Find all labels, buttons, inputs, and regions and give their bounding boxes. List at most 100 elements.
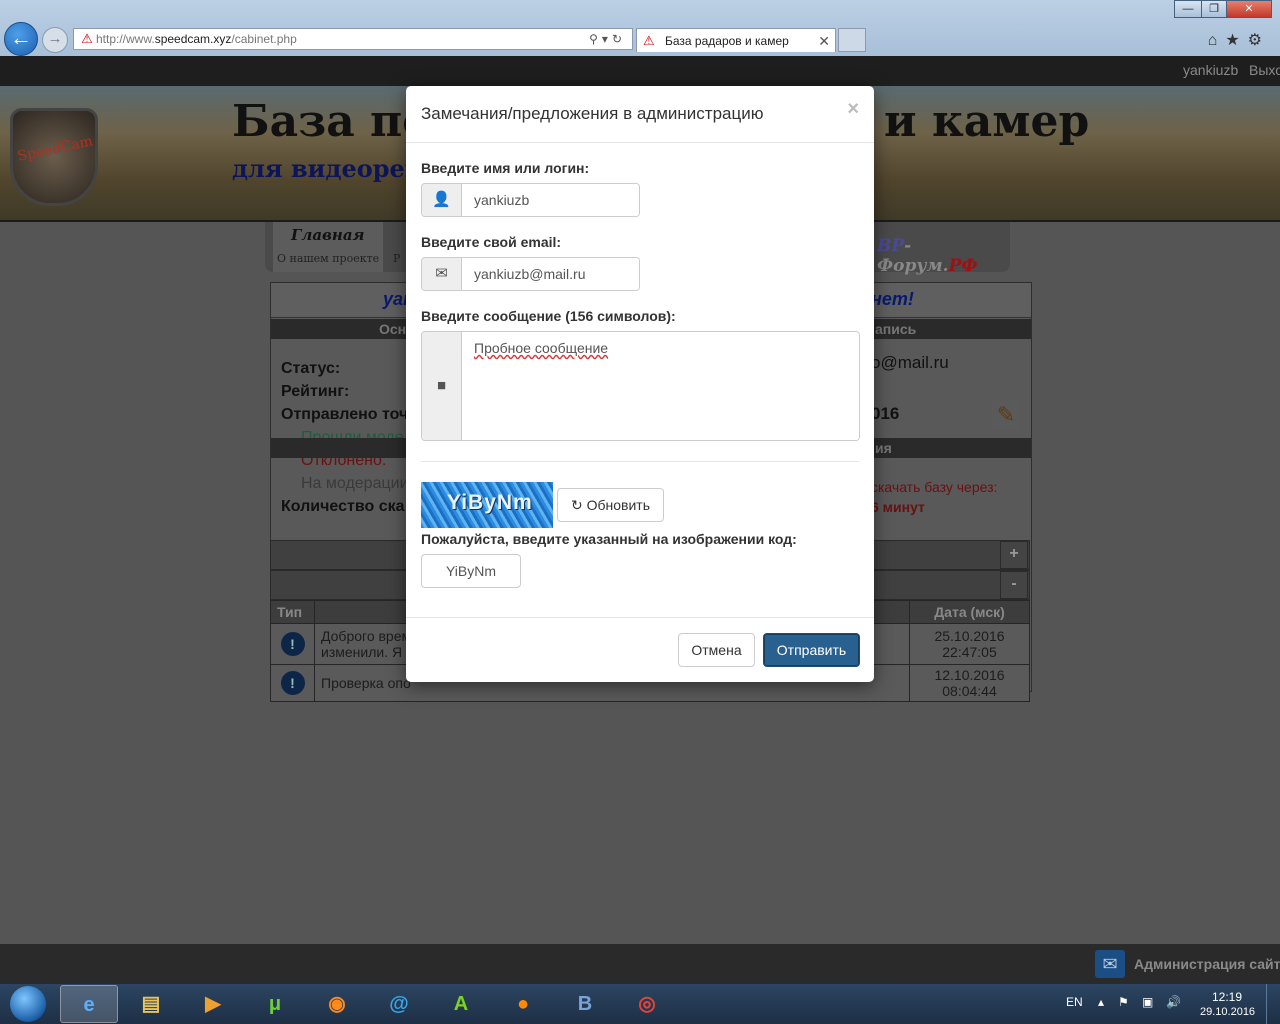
site-footer: ✉ Администрация сайт: [0, 944, 1280, 986]
odnoklassniki-icon[interactable]: ●: [494, 985, 552, 1023]
admin-contact-link[interactable]: Администрация сайт: [1134, 956, 1280, 972]
window-maximize-button[interactable]: ❐: [1201, 0, 1227, 18]
window-close-button[interactable]: ✕: [1226, 0, 1272, 18]
name-input[interactable]: [462, 184, 639, 216]
captcha-code-input[interactable]: [421, 554, 521, 588]
refresh-captcha-label: Обновить: [586, 497, 650, 513]
downloads-label: Количество ска: [281, 498, 405, 515]
email-label: Введите свой email:: [421, 234, 562, 250]
star-icon[interactable]: ★: [1225, 32, 1247, 49]
utorrent-icon[interactable]: μ: [246, 985, 304, 1023]
submit-button[interactable]: Отправить: [763, 633, 860, 667]
vkontakte-icon[interactable]: B: [556, 985, 614, 1023]
dropdown-icon[interactable]: ▾: [602, 32, 612, 46]
new-tab-button[interactable]: [838, 28, 866, 52]
aptoide-icon[interactable]: A: [432, 985, 490, 1023]
refresh-captcha-button[interactable]: ↻ Обновить: [557, 488, 664, 522]
warning-icon: ⚠: [81, 31, 93, 46]
network-icon[interactable]: ▣: [1142, 995, 1153, 1009]
download-note: скачать базу через:: [871, 479, 998, 495]
envelope-icon[interactable]: ✉: [1095, 950, 1125, 978]
media-player-icon[interactable]: ▶: [184, 985, 242, 1023]
exclamation-icon: !: [280, 671, 305, 695]
menu-item-sublabel: О нашем проекте: [277, 252, 380, 265]
site-subtitle: для видеорег: [232, 154, 420, 183]
address-bar[interactable]: ⚠ http://www.speedcam.xyz/cabinet.php ⚲▾…: [73, 28, 633, 50]
action-center-flag-icon[interactable]: ⚑: [1118, 995, 1129, 1009]
collapse-button[interactable]: -: [1000, 571, 1028, 599]
message-input-group: ■ Пробное сообщение: [421, 331, 860, 441]
greeting-tail: нет!: [871, 289, 914, 309]
window-minimize-button[interactable]: —: [1174, 0, 1202, 18]
forum-link[interactable]: ВР- Форум.РФ: [877, 236, 1010, 276]
volume-icon[interactable]: 🔊: [1166, 995, 1181, 1009]
date-value: 016: [871, 404, 900, 423]
feedback-modal: Замечания/предложения в администрацию × …: [406, 86, 874, 682]
moderation-label: На модерации: [301, 475, 409, 492]
clock-time[interactable]: 12:19: [1212, 990, 1242, 1004]
speedcam-logo[interactable]: SpeedCam: [10, 108, 98, 206]
forum-link-a: ВР: [877, 236, 905, 256]
status-label: Статус:: [281, 360, 341, 377]
date-cell: 12.10.2016 08:04:44: [909, 664, 1030, 702]
message-label: Введите сообщение (156 символов):: [421, 308, 676, 324]
logo-text: SpeedCam: [16, 133, 95, 165]
date-cell: 25.10.2016 22:47:05: [909, 623, 1030, 665]
message-textarea[interactable]: Пробное сообщение: [462, 332, 859, 440]
forward-button[interactable]: →: [42, 27, 68, 53]
type-cell: !: [270, 664, 315, 702]
expand-button[interactable]: +: [1000, 541, 1028, 569]
modal-footer-divider: [406, 617, 874, 618]
warning-icon: ⚠: [643, 33, 655, 48]
start-button[interactable]: [2, 984, 54, 1024]
logout-link[interactable]: Выход: [1249, 62, 1280, 78]
browser-tab[interactable]: ⚠ База радаров и камер ✕: [636, 28, 836, 52]
arrow-right-icon: →: [47, 30, 63, 47]
tab-title: База радаров и камер: [665, 34, 789, 48]
menu-item-next[interactable]: Р: [393, 252, 400, 265]
gear-icon[interactable]: ⚙: [1248, 32, 1270, 49]
show-desktop-button[interactable]: [1266, 984, 1280, 1024]
cancel-button[interactable]: Отмена: [678, 633, 755, 667]
chrome-icon[interactable]: ◎: [618, 985, 676, 1023]
tray-expand-icon[interactable]: ▴: [1098, 995, 1104, 1009]
site-title-left: База по: [232, 96, 432, 147]
band-right-label-2: ия: [875, 440, 892, 456]
edit-pencil-icon[interactable]: ✎: [992, 401, 1020, 429]
arrow-left-icon: ←: [10, 25, 32, 50]
browser-chrome: ← → ⚠ http://www.speedcam.xyz/cabinet.ph…: [0, 0, 1280, 56]
user-link[interactable]: yankiuzb: [1183, 62, 1238, 78]
rating-label: Рейтинг:: [281, 383, 350, 400]
windows-taskbar: e ▤ ▶ μ ◉ @ A ● B ◎ EN ▴ ⚑ ▣ 🔊 12:19 29.…: [0, 984, 1280, 1024]
back-button[interactable]: ←: [4, 22, 38, 56]
captcha-code-label: Пожалуйста, введите указанный на изображ…: [421, 531, 797, 547]
menu-item-label: Главная: [291, 226, 365, 244]
col-date: Дата (мск): [909, 600, 1030, 624]
modal-close-button[interactable]: ×: [847, 98, 859, 121]
band-right-label: апись: [875, 321, 917, 337]
modal-header: Замечания/предложения в администрацию ×: [406, 86, 874, 143]
email-input[interactable]: [462, 258, 639, 290]
refresh-icon[interactable]: ↻: [612, 32, 626, 46]
tab-close-button[interactable]: ✕: [818, 29, 830, 53]
address-tools[interactable]: ⚲▾↻: [589, 29, 626, 49]
mail-agent-icon[interactable]: @: [370, 985, 428, 1023]
windows-logo-icon: [10, 986, 46, 1022]
forum-link-c: РФ: [948, 256, 978, 276]
clock-date[interactable]: 29.10.2016: [1200, 1006, 1255, 1018]
search-icon[interactable]: ⚲: [589, 32, 602, 46]
firefox-icon[interactable]: ◉: [308, 985, 366, 1023]
file-explorer-icon[interactable]: ▤: [122, 985, 180, 1023]
internet-explorer-icon[interactable]: e: [60, 985, 118, 1023]
home-icon[interactable]: ⌂: [1208, 32, 1226, 49]
sent-label: Отправлено точ: [281, 406, 409, 423]
menu-item-home[interactable]: Главная О нашем проекте: [273, 222, 383, 272]
name-label: Введите имя или логин:: [421, 160, 590, 176]
captcha-text: YiByNm: [447, 491, 533, 514]
minimize-icon: —: [1182, 3, 1194, 15]
language-indicator[interactable]: EN: [1066, 995, 1083, 1009]
restore-icon: ❐: [1209, 3, 1219, 15]
url-prefix: http://www.: [96, 32, 155, 46]
exclamation-icon: !: [280, 632, 305, 656]
band-left-label: Осн: [379, 321, 407, 337]
